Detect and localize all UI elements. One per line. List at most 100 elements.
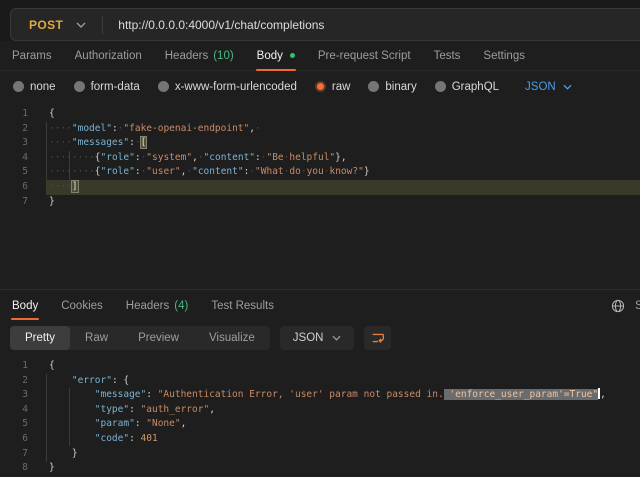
chevron-down-icon[interactable] <box>76 22 86 28</box>
request-tab-authorization[interactable]: Authorization <box>75 41 142 70</box>
globe-icon[interactable] <box>611 299 625 313</box>
response-tab-body[interactable]: Body <box>12 290 38 322</box>
token: 401 <box>141 433 158 444</box>
token: do <box>289 166 300 177</box>
code-line[interactable]: 3····"messages":·[ <box>0 136 640 151</box>
code-line[interactable]: 3 "message": "Authentication Error, 'use… <box>0 388 640 403</box>
radio-icon <box>315 81 326 92</box>
tab-label: Authorization <box>75 50 142 62</box>
code-line[interactable]: 2····"model":·"fake-openai-endpoint",· <box>0 122 640 137</box>
token: "param" <box>95 418 135 429</box>
tab-label: Cookies <box>61 300 103 312</box>
response-body-editor[interactable]: 1{2 "error": {3 "message": "Authenticati… <box>0 354 640 477</box>
response-header-right: S <box>611 290 640 322</box>
tab-label: Test Results <box>211 300 274 312</box>
view-tab-visualize[interactable]: Visualize <box>194 326 270 350</box>
token: { <box>49 360 55 371</box>
token: : <box>129 433 140 444</box>
response-format-label: JSON <box>293 332 324 344</box>
request-body-editor[interactable]: 1{2····"model":·"fake-openai-endpoint",·… <box>0 102 640 289</box>
code-line[interactable]: 5 "param": "None", <box>0 417 640 432</box>
request-tab-params[interactable]: Params <box>12 41 52 70</box>
code-text: } <box>49 461 55 476</box>
token: "message" <box>95 389 146 400</box>
code-line[interactable]: 7} <box>0 195 640 210</box>
code-line[interactable]: 7 } <box>0 447 640 462</box>
token: "Authentication Error, 'user' param not … <box>158 389 444 400</box>
code-line[interactable]: 5 ········{"role":·"user",·"content":·"Wh… <box>0 165 640 180</box>
request-tab-tests[interactable]: Tests <box>434 41 461 70</box>
response-format-dropdown[interactable]: JSON <box>280 326 355 350</box>
whitespace-dots: ········ <box>49 166 95 177</box>
code-text: ····"messages":·[ <box>49 136 146 151</box>
tab-label: Headers <box>165 50 208 62</box>
body-type-option-binary[interactable]: binary <box>368 81 416 93</box>
line-number: 2 <box>0 374 28 389</box>
token <box>49 418 95 429</box>
body-type-option-graphql[interactable]: GraphQL <box>435 81 499 93</box>
body-format-dropdown[interactable]: JSON <box>525 81 572 93</box>
token <box>49 389 95 400</box>
token: { <box>49 108 55 119</box>
code-line[interactable]: 1{ <box>0 359 640 374</box>
request-tab-body[interactable]: Body <box>257 41 295 70</box>
code-text: "param": "None", <box>49 417 186 432</box>
radio-label: GraphQL <box>452 81 499 93</box>
view-tab-raw[interactable]: Raw <box>70 326 123 350</box>
response-tab-cookies[interactable]: Cookies <box>61 290 103 322</box>
wrap-text-button[interactable] <box>364 326 391 350</box>
line-number: 6 <box>0 180 28 195</box>
token: helpful" <box>289 152 335 163</box>
token: "auth_error" <box>141 404 210 415</box>
radio-icon <box>74 81 85 92</box>
response-view-switcher: PrettyRawPreviewVisualize <box>10 326 270 350</box>
code-line[interactable]: 6 "code": 401 <box>0 432 640 447</box>
code-text: } <box>49 447 78 462</box>
line-number: 5 <box>0 165 28 180</box>
code-line[interactable]: 8} <box>0 461 640 476</box>
body-type-option-x-www-form-urlencoded[interactable]: x-www-form-urlencoded <box>158 81 297 93</box>
method-selector[interactable]: POST <box>11 18 76 32</box>
body-type-options: none form-data x-www-form-urlencoded raw bin… <box>13 81 499 93</box>
body-type-option-none[interactable]: none <box>13 81 56 93</box>
line-number: 4 <box>0 151 28 166</box>
tab-label: Body <box>12 300 38 312</box>
token: [ <box>141 137 147 148</box>
view-tab-pretty[interactable]: Pretty <box>10 326 70 350</box>
body-type-option-raw[interactable]: raw <box>315 81 351 93</box>
token: , <box>181 418 187 429</box>
radio-label: form-data <box>91 81 140 93</box>
body-type-option-form-data[interactable]: form-data <box>74 81 140 93</box>
response-tab-headers[interactable]: Headers(4) <box>126 290 189 322</box>
url-input[interactable]: http://0.0.0.0:4000/v1/chat/completions <box>118 18 324 32</box>
token: : <box>129 404 140 415</box>
code-line[interactable]: 1{ <box>0 107 640 122</box>
request-tab-settings[interactable]: Settings <box>483 41 525 70</box>
chevron-down-icon <box>332 335 341 341</box>
radio-label: raw <box>332 81 351 93</box>
whitespace-dots: ···· <box>49 181 72 192</box>
selected-text: 'enforce_user_param'=True" <box>444 389 598 400</box>
request-tab-pre-request-script[interactable]: Pre-request Script <box>318 41 411 70</box>
line-number: 5 <box>0 417 28 432</box>
code-line[interactable]: 2 "error": { <box>0 374 640 389</box>
response-tab-test-results[interactable]: Test Results <box>211 290 274 322</box>
code-text: ········{"role":·"system",·"content":·"B… <box>49 151 347 166</box>
code-line[interactable]: 4 ········{"role":·"system",·"content":·"… <box>0 151 640 166</box>
request-tab-headers[interactable]: Headers(10) <box>165 41 234 70</box>
code-text: ····] <box>49 180 78 195</box>
token: } <box>49 448 78 459</box>
code-text: ········{"role":·"user",·"content":·"Wha… <box>49 165 370 180</box>
token <box>49 433 95 444</box>
body-format-label: JSON <box>525 81 556 93</box>
code-line[interactable]: 4 "type": "auth_error", <box>0 403 640 418</box>
line-number: 1 <box>0 359 28 374</box>
radio-label: binary <box>385 81 416 93</box>
view-tab-preview[interactable]: Preview <box>123 326 194 350</box>
line-number: 4 <box>0 403 28 418</box>
token: "fake-openai-endpoint" <box>123 123 249 134</box>
code-line[interactable]: 6 ····] <box>0 180 640 195</box>
tab-label: Body <box>257 50 283 62</box>
line-number: 1 <box>0 107 28 122</box>
token: "messages" <box>72 137 129 148</box>
